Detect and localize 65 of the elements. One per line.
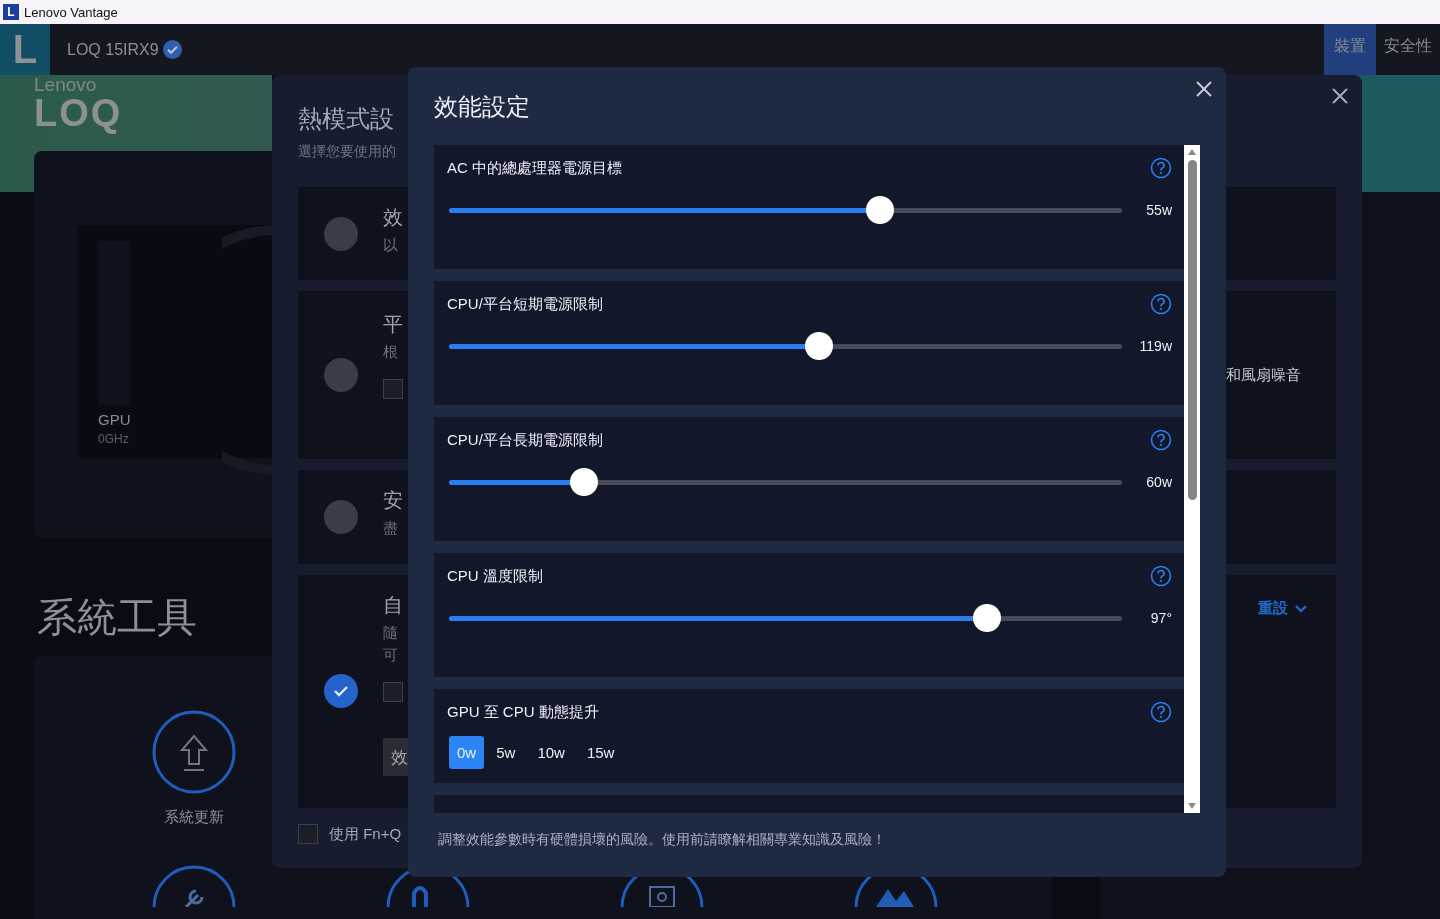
checkbox[interactable] bbox=[383, 682, 403, 702]
slider-value: 55w bbox=[1145, 202, 1172, 218]
help-icon[interactable] bbox=[1150, 157, 1172, 179]
help-icon[interactable] bbox=[1150, 293, 1172, 315]
window-title: Lenovo Vantage bbox=[24, 4, 118, 20]
close-icon[interactable] bbox=[1196, 81, 1212, 97]
mode-title: 自 bbox=[383, 594, 404, 616]
brand-text: Lenovo bbox=[34, 75, 98, 95]
nav-tab[interactable]: 裝置 bbox=[1324, 24, 1376, 75]
slider-thumb[interactable] bbox=[865, 195, 894, 224]
help-icon[interactable] bbox=[1150, 565, 1172, 587]
mode-description: 隨 bbox=[383, 623, 399, 643]
slider-value: 119w bbox=[1138, 338, 1172, 354]
wrench-icon[interactable] bbox=[152, 865, 236, 907]
reset-link[interactable]: 重設 bbox=[1258, 599, 1308, 618]
mode-description: 盡 bbox=[383, 518, 399, 538]
mode-description: 和風扇噪音 bbox=[1226, 365, 1301, 385]
section-title: 系統工具 bbox=[37, 594, 197, 641]
scrollbar[interactable] bbox=[1184, 145, 1200, 813]
warning-text: 調整效能參數時有硬體損壞的風險。使用前請瞭解相關專業知識及風險！ bbox=[437, 831, 887, 849]
dialog-subtitle: 選擇您要使用的 bbox=[298, 143, 396, 161]
mode-radio[interactable] bbox=[323, 674, 358, 708]
mode-radio[interactable] bbox=[323, 216, 358, 251]
setting-label: AC 中的總處理器電源目標 bbox=[447, 158, 622, 178]
dialog-title: 熱模式設 bbox=[298, 104, 394, 134]
slider-value: 60w bbox=[1145, 474, 1172, 490]
tool-label[interactable]: 系統更新 bbox=[164, 808, 224, 827]
logo[interactable]: L bbox=[0, 24, 50, 75]
slider-thumb[interactable] bbox=[569, 467, 598, 496]
checkbox[interactable] bbox=[383, 379, 403, 399]
mode-button[interactable]: 效 bbox=[383, 738, 409, 776]
checkbox[interactable] bbox=[298, 824, 318, 844]
help-icon[interactable] bbox=[1150, 701, 1172, 723]
mode-title: 效 bbox=[383, 206, 404, 228]
option-button[interactable]: 15w bbox=[576, 736, 625, 769]
mode-radio[interactable] bbox=[323, 500, 358, 534]
mode-title: 平 bbox=[383, 313, 404, 335]
mode-description: 以 bbox=[383, 235, 399, 255]
setting-label: GPU 至 CPU 動態提升 bbox=[447, 702, 599, 722]
option-button[interactable]: 0w bbox=[449, 736, 485, 769]
option-button[interactable]: 5w bbox=[486, 736, 526, 769]
setting-label: CPU/平台長期電源限制 bbox=[447, 430, 603, 450]
setting-label: CPU 溫度限制 bbox=[447, 566, 543, 586]
option-button[interactable]: 10w bbox=[527, 736, 575, 769]
app-icon: L bbox=[3, 4, 19, 20]
scroll-down-icon[interactable] bbox=[1187, 802, 1197, 810]
setting-label: CPU/平台短期電源限制 bbox=[447, 294, 603, 314]
close-icon[interactable] bbox=[1332, 88, 1348, 104]
device-name: LOQ 15IRX9 bbox=[67, 40, 159, 59]
help-icon[interactable] bbox=[1150, 429, 1172, 451]
mode-radio[interactable] bbox=[323, 358, 358, 392]
gpu-frequency: 0GHz bbox=[98, 432, 130, 446]
slider-value: 97° bbox=[1149, 610, 1172, 626]
chevron-down-icon bbox=[1294, 603, 1308, 614]
gpu-label: GPU bbox=[98, 411, 132, 428]
dialog-title: 效能設定 bbox=[434, 92, 531, 122]
nav-tab[interactable]: 安全性 bbox=[1376, 24, 1440, 75]
mode-description: 可 bbox=[383, 645, 399, 665]
mode-description: 根 bbox=[383, 342, 399, 362]
scroll-up-icon[interactable] bbox=[1187, 148, 1197, 156]
checkbox-label: 使用 Fn+Q bbox=[329, 824, 402, 844]
upload-icon[interactable] bbox=[152, 710, 236, 794]
slider-thumb[interactable] bbox=[805, 331, 834, 360]
mode-title: 安 bbox=[383, 489, 404, 511]
slider-thumb[interactable] bbox=[973, 603, 1002, 632]
